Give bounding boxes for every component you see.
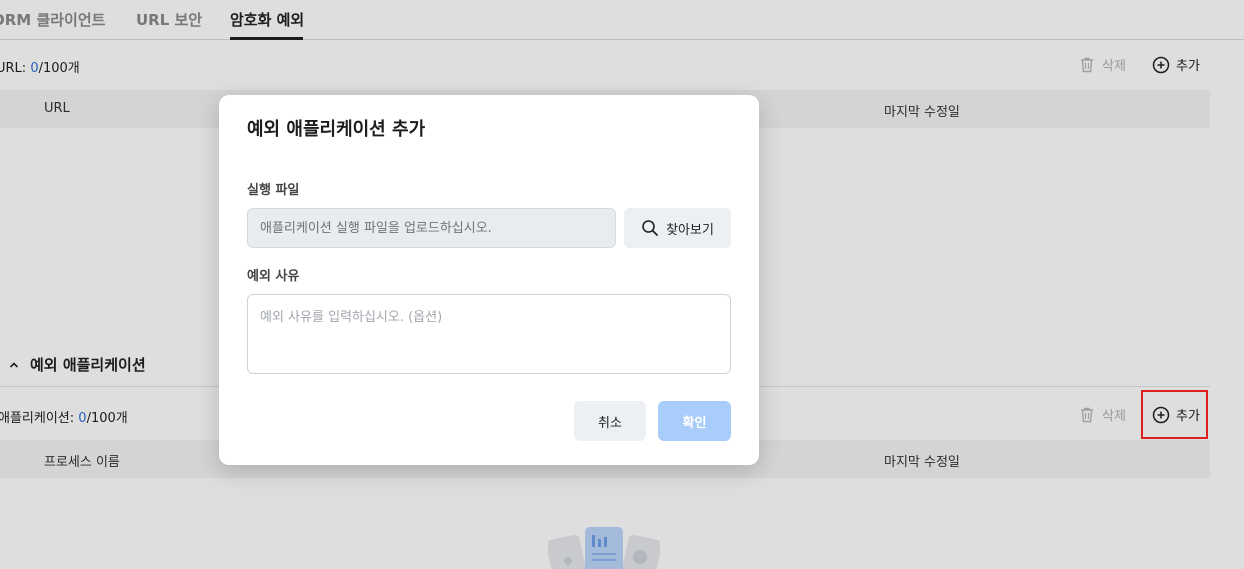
browse-label: 찾아보기	[666, 221, 714, 237]
search-icon	[642, 220, 658, 236]
dialog-title: 예외 애플리케이션 추가	[247, 119, 426, 140]
cancel-button[interactable]: 취소	[574, 401, 646, 441]
add-exception-app-dialog: 예외 애플리케이션 추가 실행 파일 찾아보기 예외 사유 취소 확인	[219, 95, 759, 465]
exception-reason-label: 예외 사유	[247, 269, 300, 284]
highlight-annotation	[1141, 390, 1208, 439]
exception-reason-input[interactable]	[247, 294, 731, 374]
confirm-button[interactable]: 확인	[658, 401, 731, 441]
browse-button[interactable]: 찾아보기	[624, 208, 731, 248]
executable-file-input[interactable]	[247, 208, 616, 248]
executable-file-label: 실행 파일	[247, 183, 300, 198]
page: ORM 클라이언트 URL 보안 암호화 예외 URL: 0/100개 삭제 추…	[0, 0, 1244, 569]
